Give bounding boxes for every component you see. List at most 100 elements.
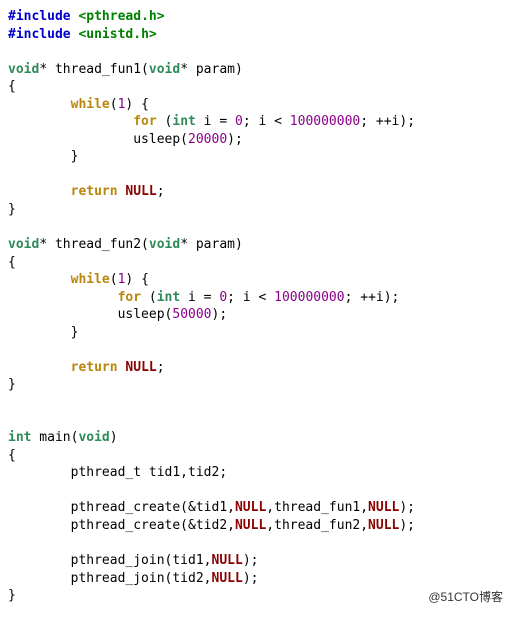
code-line: pthread_join(tid1,NULL); bbox=[8, 553, 258, 568]
code-token: usleep( bbox=[8, 307, 172, 322]
code-line: { bbox=[8, 255, 16, 270]
code-token: i = bbox=[196, 114, 235, 129]
code-block: #include <pthread.h> #include <unistd.h>… bbox=[8, 8, 508, 605]
code-line: } bbox=[8, 149, 78, 164]
code-token: pthread_create(&tid2, bbox=[8, 518, 235, 533]
code-token: ); bbox=[243, 553, 259, 568]
code-line: pthread_create(&tid1,NULL,thread_fun1,NU… bbox=[8, 500, 415, 515]
code-token: i = bbox=[180, 290, 219, 305]
code-token: #include bbox=[8, 9, 78, 24]
code-line: } bbox=[8, 325, 78, 340]
code-token: NULL bbox=[212, 553, 243, 568]
code-line: pthread_t tid1,tid2; bbox=[8, 465, 227, 480]
code-token: ; bbox=[157, 184, 165, 199]
code-token: for bbox=[118, 290, 141, 305]
code-token: * param) bbox=[180, 62, 243, 77]
code-token: int bbox=[157, 290, 180, 305]
code-token: 100000000 bbox=[274, 290, 344, 305]
code-token: <unistd.h> bbox=[78, 27, 156, 42]
code-line: return NULL; bbox=[8, 184, 165, 199]
code-token: } bbox=[8, 588, 16, 603]
code-token: main( bbox=[31, 430, 78, 445]
code-token: void bbox=[149, 237, 180, 252]
watermark: @51CTO博客 bbox=[425, 588, 506, 606]
code-token: 50000 bbox=[172, 307, 211, 322]
code-line: int main(void) bbox=[8, 430, 118, 445]
code-token: * thread_fun1( bbox=[39, 62, 149, 77]
code-token: ,thread_fun2, bbox=[266, 518, 368, 533]
code-token: ,thread_fun1, bbox=[266, 500, 368, 515]
code-token bbox=[8, 97, 71, 112]
code-token: NULL bbox=[212, 571, 243, 586]
code-token: pthread_create(&tid1, bbox=[8, 500, 235, 515]
code-token: ( bbox=[110, 97, 118, 112]
code-token bbox=[8, 290, 118, 305]
code-token: void bbox=[78, 430, 109, 445]
code-token: * param) bbox=[180, 237, 243, 252]
code-token: #include bbox=[8, 27, 78, 42]
code-token: } bbox=[8, 202, 16, 217]
code-token: NULL bbox=[368, 518, 399, 533]
code-line: usleep(20000); bbox=[8, 132, 243, 147]
code-line: { bbox=[8, 79, 16, 94]
code-token: pthread_join(tid2, bbox=[8, 571, 212, 586]
code-line: } bbox=[8, 202, 16, 217]
code-token: for bbox=[133, 114, 156, 129]
code-token bbox=[8, 114, 133, 129]
code-token: 0 bbox=[219, 290, 227, 305]
code-token: NULL bbox=[125, 184, 156, 199]
code-token: { bbox=[8, 448, 16, 463]
code-token: ; i < bbox=[227, 290, 274, 305]
code-token: ) { bbox=[125, 272, 148, 287]
code-token: ); bbox=[399, 500, 415, 515]
code-token: ; ++i); bbox=[360, 114, 415, 129]
code-token: } bbox=[8, 149, 78, 164]
code-token: NULL bbox=[125, 360, 156, 375]
code-token: NULL bbox=[235, 518, 266, 533]
code-line: while(1) { bbox=[8, 97, 149, 112]
code-line: } bbox=[8, 588, 16, 603]
code-line: void* thread_fun2(void* param) bbox=[8, 237, 243, 252]
code-token: ); bbox=[227, 132, 243, 147]
code-line: } bbox=[8, 377, 16, 392]
code-token: ); bbox=[212, 307, 228, 322]
code-token: { bbox=[8, 79, 16, 94]
code-token: void bbox=[8, 62, 39, 77]
code-token: <pthread.h> bbox=[78, 9, 164, 24]
code-line: return NULL; bbox=[8, 360, 165, 375]
code-line: pthread_join(tid2,NULL); bbox=[8, 571, 258, 586]
code-token: ( bbox=[110, 272, 118, 287]
code-token: ( bbox=[141, 290, 157, 305]
code-token: 0 bbox=[235, 114, 243, 129]
code-token: usleep( bbox=[8, 132, 188, 147]
code-line: pthread_create(&tid2,NULL,thread_fun2,NU… bbox=[8, 518, 415, 533]
code-token: void bbox=[8, 237, 39, 252]
code-token: } bbox=[8, 377, 16, 392]
code-token: pthread_t tid1,tid2; bbox=[8, 465, 227, 480]
code-token bbox=[8, 360, 71, 375]
code-token: return bbox=[71, 184, 118, 199]
code-token: * thread_fun2( bbox=[39, 237, 149, 252]
code-line: usleep(50000); bbox=[8, 307, 227, 322]
code-token: int bbox=[172, 114, 195, 129]
code-line: for (int i = 0; i < 100000000; ++i); bbox=[8, 114, 415, 129]
code-token: NULL bbox=[235, 500, 266, 515]
code-token: ; bbox=[157, 360, 165, 375]
code-token: } bbox=[8, 325, 78, 340]
code-token: ); bbox=[243, 571, 259, 586]
code-token: ( bbox=[157, 114, 173, 129]
code-token: while bbox=[71, 272, 110, 287]
code-token: int bbox=[8, 430, 31, 445]
code-token: ); bbox=[399, 518, 415, 533]
code-line: for (int i = 0; i < 100000000; ++i); bbox=[8, 290, 399, 305]
code-line: #include <pthread.h> bbox=[8, 9, 165, 24]
code-token: ) { bbox=[125, 97, 148, 112]
code-token bbox=[8, 272, 71, 287]
code-token: ; ++i); bbox=[345, 290, 400, 305]
code-token: NULL bbox=[368, 500, 399, 515]
code-token: return bbox=[71, 360, 118, 375]
code-token: while bbox=[71, 97, 110, 112]
code-token: 100000000 bbox=[290, 114, 360, 129]
code-token: { bbox=[8, 255, 16, 270]
code-token: ) bbox=[110, 430, 118, 445]
